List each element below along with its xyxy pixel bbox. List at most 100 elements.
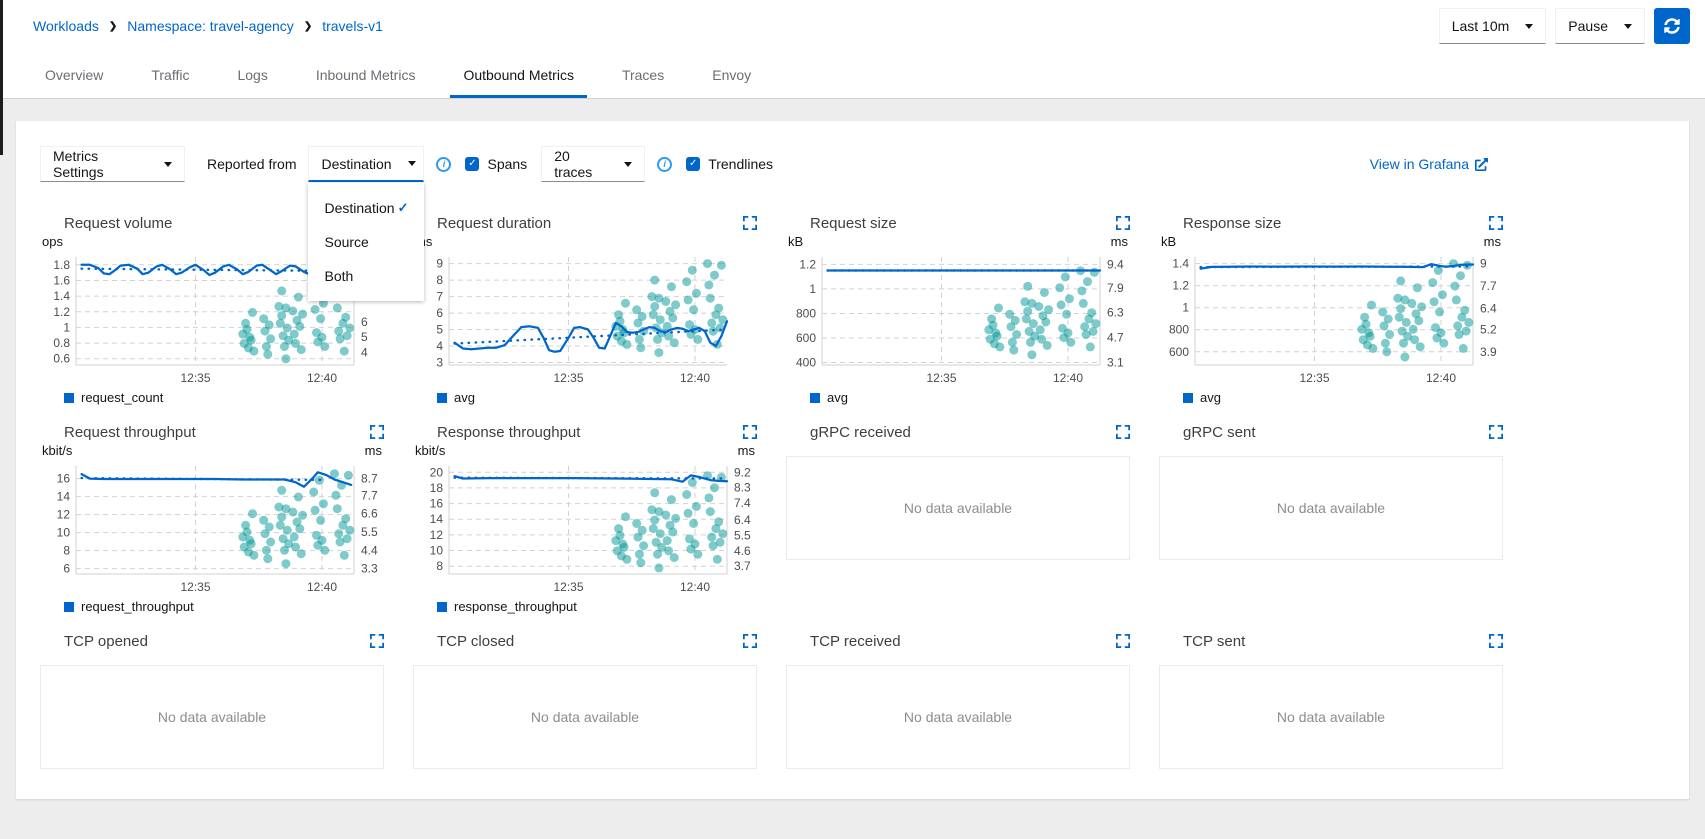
svg-text:12:40: 12:40 (680, 371, 710, 385)
trendlines-checkbox[interactable]: ✓ (686, 157, 700, 171)
expand-icon[interactable] (743, 634, 757, 648)
expand-icon[interactable] (1116, 634, 1130, 648)
tab-logs[interactable]: Logs (224, 52, 280, 98)
svg-text:12:35: 12:35 (553, 371, 583, 385)
svg-text:8: 8 (63, 544, 70, 558)
chart-title: Request size (810, 215, 897, 232)
expand-icon[interactable] (1489, 634, 1503, 648)
breadcrumb-workload[interactable]: travels-v1 (322, 18, 383, 34)
no-data-text: No data available (531, 709, 639, 725)
expand-icon[interactable] (370, 634, 384, 648)
legend-label: avg (454, 390, 475, 405)
svg-text:16: 16 (57, 472, 71, 486)
expand-icon[interactable] (1116, 216, 1130, 230)
tab-traffic[interactable]: Traffic (138, 52, 202, 98)
chart-title: Request volume (64, 215, 172, 232)
svg-text:4: 4 (361, 346, 368, 360)
expand-icon[interactable] (1489, 216, 1503, 230)
breadcrumb: Workloads ❯ Namespace: travel-agency ❯ t… (33, 18, 383, 34)
chart-tcp-sent: TCP sentNo data available (1159, 630, 1503, 769)
no-data-box: No data available (786, 456, 1130, 560)
svg-text:12:40: 12:40 (680, 580, 710, 594)
menu-item-source[interactable]: Source (308, 225, 424, 259)
tab-envoy[interactable]: Envoy (699, 52, 764, 98)
tab-overview[interactable]: Overview (32, 52, 116, 98)
svg-text:5: 5 (361, 330, 368, 344)
traces-count-select[interactable]: 20 traces (541, 146, 645, 182)
metrics-settings-value: Metrics Settings (53, 148, 148, 180)
spans-toggle[interactable]: ✓ Spans (465, 156, 527, 172)
svg-text:12:35: 12:35 (180, 371, 210, 385)
svg-text:6.4: 6.4 (734, 513, 751, 527)
svg-text:6.3: 6.3 (1107, 306, 1124, 320)
svg-text:8.3: 8.3 (734, 481, 751, 495)
expand-icon[interactable] (1489, 425, 1503, 439)
right-axis-unit: ms (738, 443, 755, 460)
expand-icon[interactable] (743, 425, 757, 439)
info-icon[interactable]: i (657, 157, 672, 172)
spans-checkbox[interactable]: ✓ (465, 157, 479, 171)
chart-title: Response size (1183, 215, 1281, 232)
breadcrumb-workloads[interactable]: Workloads (33, 18, 99, 34)
left-axis-unit: ops (42, 234, 63, 251)
svg-text:0.8: 0.8 (53, 336, 70, 350)
svg-text:1: 1 (63, 320, 70, 334)
svg-text:8: 8 (436, 559, 443, 573)
chevron-right-icon: ❯ (304, 21, 312, 32)
left-axis-unit: kbit/s (42, 443, 72, 460)
reported-from-select[interactable]: Destination (308, 146, 424, 182)
refresh-button[interactable] (1654, 8, 1690, 44)
chart-plot: 1.41.2180060012:3512:4097.76.45.23.9 (1159, 251, 1503, 387)
charts-grid: Request volumeopsms1.81.61.41.210.80.612… (16, 182, 1512, 769)
top-controls: Last 10m Pause (1439, 8, 1690, 44)
tab-outbound-metrics[interactable]: Outbound Metrics (450, 52, 587, 98)
svg-text:5.2: 5.2 (1480, 322, 1497, 336)
info-icon[interactable]: i (436, 157, 451, 172)
chevron-down-icon (164, 162, 172, 167)
svg-text:10: 10 (430, 544, 444, 558)
chart-grpc-sent: gRPC sentNo data available (1159, 421, 1503, 614)
menu-item-both[interactable]: Both (308, 259, 424, 293)
refresh-interval-select[interactable]: Pause (1555, 8, 1645, 44)
duration-select[interactable]: Last 10m (1439, 8, 1547, 44)
chart-title: TCP closed (437, 633, 514, 650)
svg-text:10: 10 (57, 526, 71, 540)
right-axis-unit: ms (365, 443, 382, 460)
chart-title: Request throughput (64, 424, 196, 441)
chart-legend: request_count (64, 390, 384, 405)
tab-inbound-metrics[interactable]: Inbound Metrics (303, 52, 429, 98)
tab-traces[interactable]: Traces (609, 52, 677, 98)
svg-text:9.4: 9.4 (1107, 258, 1124, 272)
breadcrumb-namespace[interactable]: Namespace: travel-agency (127, 18, 294, 34)
expand-icon[interactable] (743, 216, 757, 230)
svg-text:6.6: 6.6 (361, 507, 378, 521)
trendlines-toggle[interactable]: ✓ Trendlines (686, 156, 773, 172)
svg-text:6: 6 (361, 315, 368, 329)
grafana-link[interactable]: View in Grafana (1370, 156, 1488, 172)
svg-text:12:40: 12:40 (1053, 371, 1083, 385)
svg-text:12:40: 12:40 (307, 580, 337, 594)
chevron-down-icon (1624, 24, 1632, 29)
svg-text:6: 6 (436, 306, 443, 320)
no-data-text: No data available (904, 709, 1012, 725)
expand-icon[interactable] (370, 425, 384, 439)
chevron-right-icon: ❯ (109, 21, 117, 32)
no-data-box: No data available (1159, 665, 1503, 769)
legend-swatch (810, 393, 820, 403)
svg-text:12:40: 12:40 (307, 371, 337, 385)
chart-grpc-received: gRPC receivedNo data available (786, 421, 1130, 614)
topbar: Workloads ❯ Namespace: travel-agency ❯ t… (0, 0, 1705, 52)
menu-item-destination[interactable]: Destination✓ (308, 191, 424, 225)
no-data-box: No data available (786, 665, 1130, 769)
chevron-down-icon (408, 161, 416, 166)
svg-text:14: 14 (430, 512, 444, 526)
chart-title: TCP received (810, 633, 901, 650)
svg-text:6: 6 (63, 562, 70, 576)
chart-tcp-closed: TCP closed No data available (413, 630, 757, 769)
svg-text:5.5: 5.5 (734, 528, 751, 542)
metrics-settings-select[interactable]: Metrics Settings (40, 146, 185, 182)
svg-text:3.3: 3.3 (361, 562, 378, 576)
chart-legend: avg (810, 390, 1130, 405)
reported-from-menu: Destination✓SourceBoth (308, 183, 424, 301)
expand-icon[interactable] (1116, 425, 1130, 439)
